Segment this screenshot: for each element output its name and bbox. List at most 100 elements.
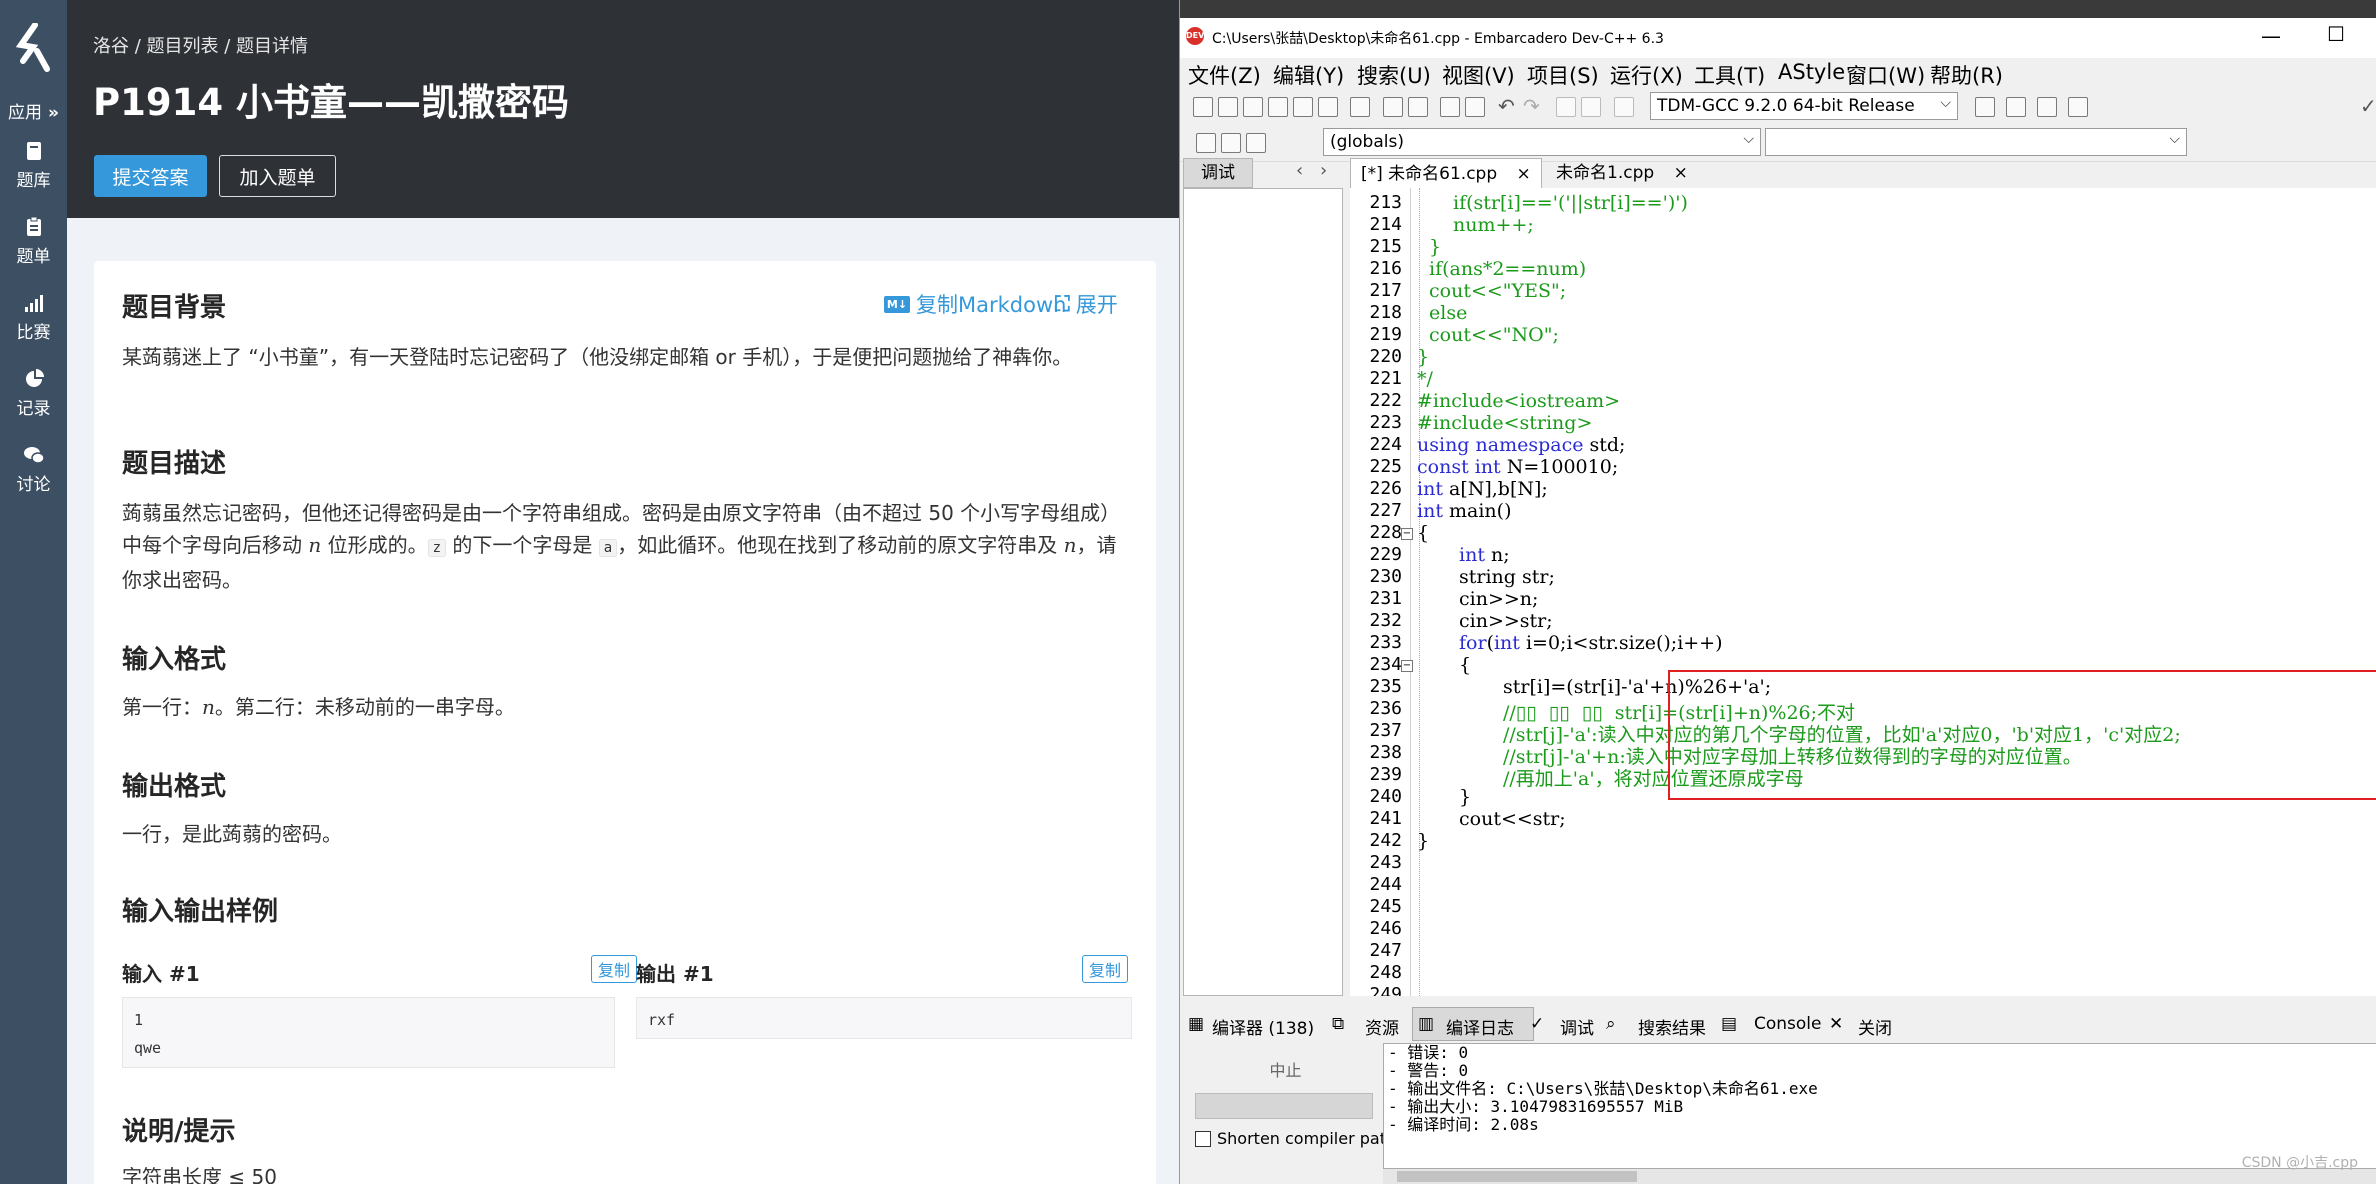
code-line: using namespace std; xyxy=(1417,434,1626,456)
unindent-icon[interactable] xyxy=(1581,97,1601,117)
fold-toggle-icon[interactable]: − xyxy=(1401,528,1413,540)
save-all-icon[interactable] xyxy=(1268,97,1288,117)
log-line: - 错误: 0 xyxy=(1388,1043,1469,1062)
line-number: 223 xyxy=(1369,412,1402,433)
menu-file[interactable]: 文件(Z) xyxy=(1188,60,1261,90)
redo-icon[interactable]: ↷ xyxy=(1523,94,1540,118)
fold-toggle-icon[interactable]: − xyxy=(1401,660,1413,672)
indent-icon[interactable] xyxy=(1556,97,1576,117)
tab-compiler[interactable]: 编译器 (138) xyxy=(1212,1014,1314,1039)
menu-edit[interactable]: 编辑(Y) xyxy=(1273,60,1344,90)
replace-icon[interactable] xyxy=(1408,97,1428,117)
breadcrumb[interactable]: 洛谷 / 题目列表 / 题目详情 xyxy=(93,32,308,58)
copy-input-button[interactable]: 复制 xyxy=(591,955,638,983)
chevron-right-icon[interactable]: › xyxy=(1320,160,1327,181)
line-number: 221 xyxy=(1369,368,1402,389)
tab-console[interactable]: Console xyxy=(1754,1014,1822,1034)
line-number: 243 xyxy=(1369,852,1402,873)
menu-run[interactable]: 运行(X) xyxy=(1610,60,1683,90)
background-text: 某蒟蒻迷上了 “小书童”，有一天登陆时忘记密码了（他没绑定邮箱 or 手机），于… xyxy=(122,345,1073,369)
minimize-button[interactable]: — xyxy=(2261,24,2281,48)
line-number: 215 xyxy=(1369,236,1402,257)
menu-project[interactable]: 项目(S) xyxy=(1527,60,1599,90)
bookmark-icon[interactable] xyxy=(1465,97,1485,117)
tab-close[interactable]: 关闭 xyxy=(1858,1014,1892,1039)
compiler-select[interactable]: TDM-GCC 9.2.0 64-bit Release ⌵ xyxy=(1650,92,1958,120)
grid-icon[interactable] xyxy=(2037,97,2057,117)
sidebar-item-problems[interactable]: 题库 xyxy=(0,140,67,191)
sidebar-item-records[interactable]: 记录 xyxy=(0,368,67,419)
expand-link[interactable]: ⛶ 展开 xyxy=(1055,289,1118,319)
progress-bar xyxy=(1195,1093,1373,1119)
undo-icon[interactable]: ↶ xyxy=(1498,94,1515,118)
close-file-icon[interactable] xyxy=(1293,97,1313,117)
tab-resources[interactable]: 资源 xyxy=(1365,1014,1399,1039)
sidebar-item-lists[interactable]: 题单 xyxy=(0,216,67,267)
code-editor[interactable]: 213 214 215 216 217 218 219 220 221 222 223 224 225 2… xyxy=(1350,188,2376,996)
new-file-icon[interactable] xyxy=(1193,97,1213,117)
menu-help[interactable]: 帮助(R) xyxy=(1930,60,2003,90)
code-line: } xyxy=(1417,346,1430,368)
submit-answer-button[interactable]: 提交答案 xyxy=(94,155,207,197)
code-line: #include<iostream> xyxy=(1417,390,1621,412)
luogu-sidebar: 应用 » 题库 题单 比赛 记录 讨论 xyxy=(0,0,67,1184)
save-icon[interactable] xyxy=(1243,97,1263,117)
tab-debug[interactable]: 调试 xyxy=(1560,1014,1594,1039)
code-line: for(int i=0;i<str.size();i++) xyxy=(1459,632,1723,654)
class-browser-icon[interactable] xyxy=(1196,133,1216,153)
sidebar-item-discuss[interactable]: 讨论 xyxy=(0,444,67,495)
page-title: P1914 小书童——凯撒密码 xyxy=(93,81,569,124)
copy-markdown-link[interactable]: M↓ 复制Markdown xyxy=(884,289,1066,319)
open-file-icon[interactable] xyxy=(1218,97,1238,117)
shorten-paths-checkbox[interactable]: Shorten compiler pat xyxy=(1195,1129,1386,1148)
menu-window[interactable]: 窗口(W) xyxy=(1846,60,1925,90)
compile-log[interactable]: - 错误: 0 - 警告: 0 - 输出文件名: C:\Users\张喆\Des… xyxy=(1383,1043,2376,1169)
checkbox-icon[interactable] xyxy=(1195,1130,1211,1147)
close-all-icon[interactable] xyxy=(1318,97,1338,117)
tab-file[interactable]: 未命名1.cpp × xyxy=(1546,158,1698,188)
line-number: 234 xyxy=(1369,654,1402,675)
goto-icon[interactable] xyxy=(1440,97,1460,117)
layout-icon[interactable] xyxy=(1975,97,1995,117)
bookmark-add-icon[interactable] xyxy=(1221,133,1241,153)
menu-view[interactable]: 视图(V) xyxy=(1442,60,1515,90)
add-to-list-button[interactable]: 加入题单 xyxy=(219,155,336,197)
project-browser-pane[interactable] xyxy=(1183,188,1343,996)
horizontal-scrollbar[interactable] xyxy=(1383,1169,2376,1184)
code-line: string str; xyxy=(1459,566,1555,588)
tab-compile-log[interactable]: 编译日志 xyxy=(1446,1014,1514,1039)
tab-file-active[interactable]: [*] 未命名61.cpp × xyxy=(1350,158,1542,188)
maximize-button[interactable]: ☐ xyxy=(2327,22,2345,46)
code-line: if(str[i]=='('||str[i]==')') xyxy=(1453,192,1688,214)
find-icon[interactable] xyxy=(1383,97,1403,117)
bookmark-goto-icon[interactable] xyxy=(1246,133,1266,153)
menu-astyle[interactable]: AStyle xyxy=(1778,60,1845,84)
code-line: { xyxy=(1459,654,1472,676)
var-n: n xyxy=(308,533,322,557)
window-icon[interactable] xyxy=(2006,97,2026,117)
sidebar-item-contests[interactable]: 比赛 xyxy=(0,292,67,343)
code-line: cin>>n; xyxy=(1459,588,1539,610)
line-number: 239 xyxy=(1369,764,1402,785)
markdown-icon: M↓ xyxy=(884,295,910,313)
log-line: - 编译时间: 2.08s xyxy=(1388,1115,1539,1134)
sidebar-app-toggle[interactable]: 应用 » xyxy=(0,98,67,123)
scope-select[interactable]: (globals) ⌵ xyxy=(1323,128,1761,156)
check-icon[interactable]: ✓ xyxy=(2360,94,2376,118)
copy-output-button[interactable]: 复制 xyxy=(1082,955,1129,983)
comment-icon[interactable] xyxy=(1614,97,1634,117)
abort-button[interactable]: 中止 xyxy=(1198,1057,1373,1081)
function-select[interactable]: ⌵ xyxy=(1765,128,2187,156)
close-icon[interactable]: × xyxy=(1674,163,1688,183)
menu-search[interactable]: 搜索(U) xyxy=(1357,60,1431,90)
menu-tools[interactable]: 工具(T) xyxy=(1694,60,1765,90)
chevron-left-icon[interactable]: ‹ xyxy=(1296,160,1303,181)
tiles-icon[interactable] xyxy=(2068,97,2088,117)
tab-debug-panel[interactable]: 调试 xyxy=(1183,158,1253,188)
print-icon[interactable] xyxy=(1350,97,1370,117)
close-icon[interactable]: × xyxy=(1517,164,1531,184)
sidebar-item-label: 题单 xyxy=(16,247,51,267)
scrollbar-thumb[interactable] xyxy=(1397,1171,1637,1182)
luogu-logo[interactable] xyxy=(6,16,60,82)
tab-search-results[interactable]: 搜索结果 xyxy=(1638,1014,1706,1039)
